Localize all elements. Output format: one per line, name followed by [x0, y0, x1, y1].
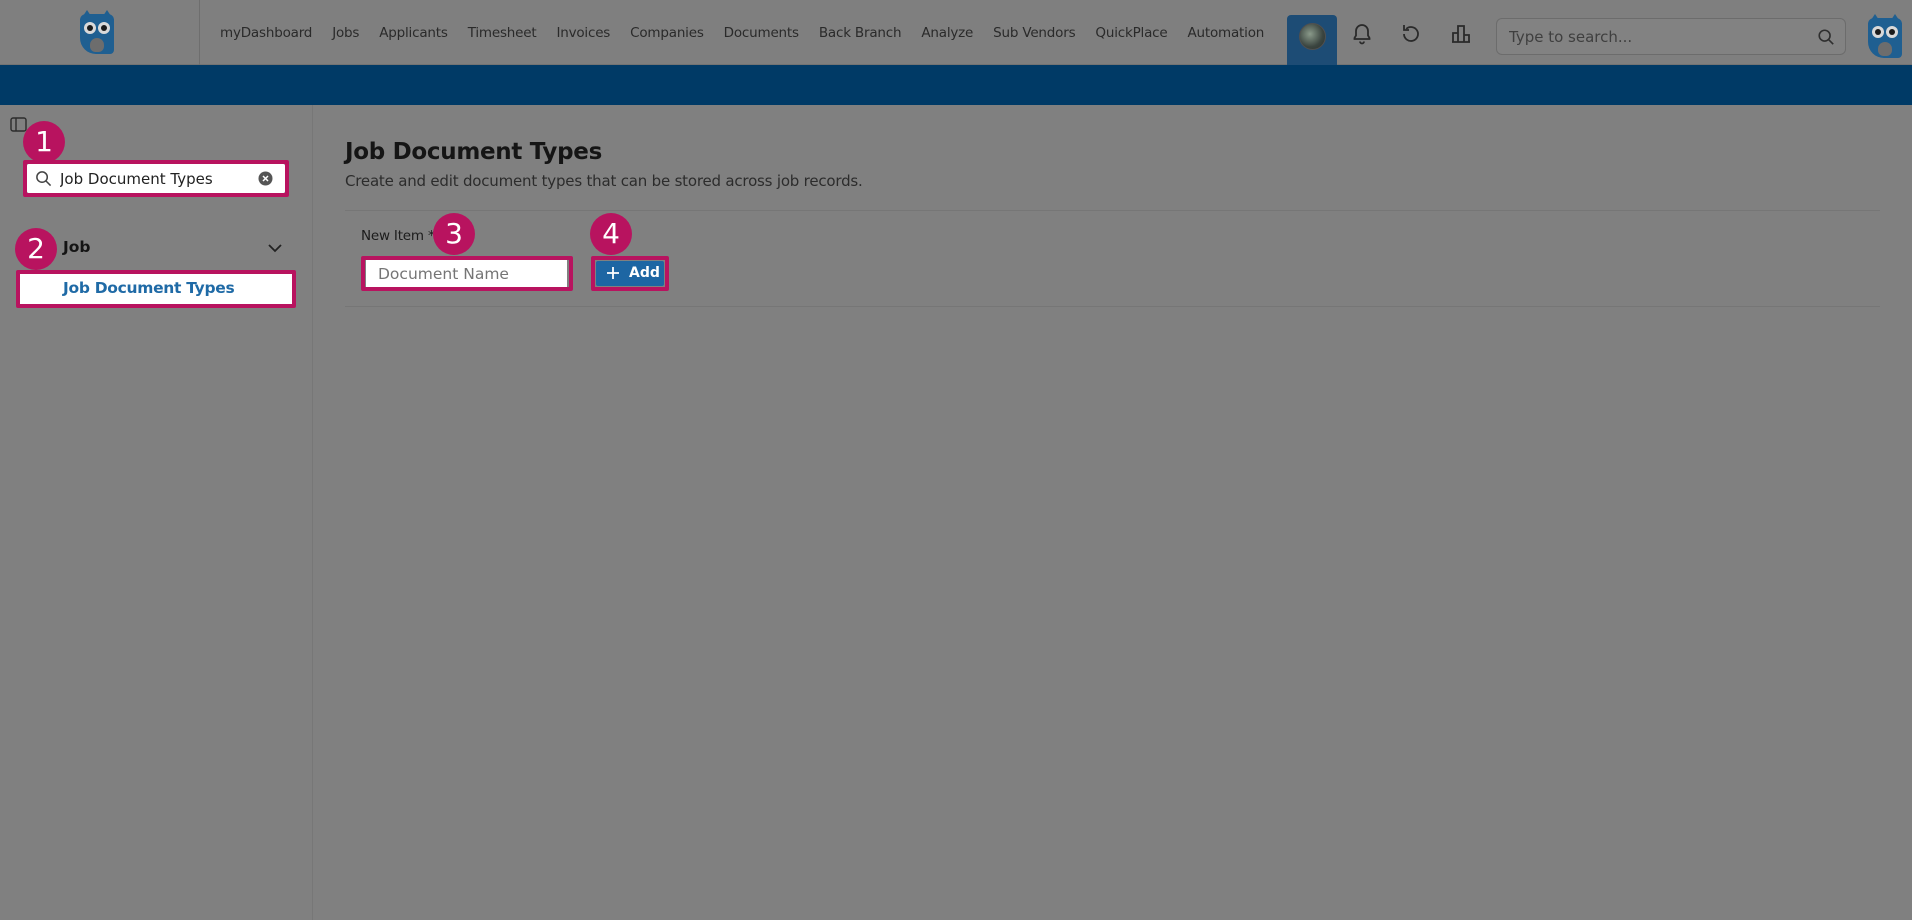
- bell-icon[interactable]: [1350, 22, 1374, 46]
- nav-mydashboard[interactable]: myDashboard: [220, 25, 312, 41]
- global-search: [1496, 18, 1846, 55]
- page-title: Job Document Types: [345, 139, 602, 165]
- nav-analyze[interactable]: Analyze: [921, 25, 973, 41]
- main-nav: myDashboard Jobs Applicants Timesheet In…: [220, 0, 1284, 65]
- highlight-box-2: [16, 270, 296, 308]
- nav-automation[interactable]: Automation: [1187, 25, 1264, 41]
- owl-corner-icon[interactable]: [1868, 14, 1902, 58]
- highlight-box-4: [591, 256, 669, 291]
- divider: [345, 306, 1880, 307]
- nav-quickplace[interactable]: QuickPlace: [1095, 25, 1167, 41]
- nav-jobs[interactable]: Jobs: [332, 25, 359, 41]
- callout-badge-2: 2: [15, 228, 57, 270]
- nav-invoices[interactable]: Invoices: [556, 25, 610, 41]
- callout-badge-3: 3: [433, 213, 475, 255]
- nav-sub-vendors[interactable]: Sub Vendors: [993, 25, 1075, 41]
- logo-area: [0, 0, 200, 65]
- new-item-label: New Item *: [361, 228, 435, 244]
- search-icon[interactable]: [1817, 28, 1835, 46]
- owl-logo-icon[interactable]: [80, 10, 114, 54]
- global-search-input[interactable]: [1509, 19, 1809, 54]
- nav-timesheet[interactable]: Timesheet: [468, 25, 537, 41]
- callout-badge-4: 4: [590, 213, 632, 255]
- nav-companies[interactable]: Companies: [630, 25, 704, 41]
- sidebar-group-job[interactable]: Job: [63, 238, 91, 256]
- user-avatar-tab[interactable]: [1287, 15, 1337, 65]
- history-icon[interactable]: [1399, 22, 1423, 46]
- divider: [345, 210, 1880, 211]
- nav-back-branch[interactable]: Back Branch: [819, 25, 902, 41]
- highlight-box-1: [23, 160, 289, 197]
- nav-documents[interactable]: Documents: [724, 25, 799, 41]
- nav-applicants[interactable]: Applicants: [379, 25, 448, 41]
- sidebar-collapse-icon[interactable]: [10, 117, 27, 132]
- avatar: [1299, 23, 1326, 50]
- top-header: myDashboard Jobs Applicants Timesheet In…: [0, 0, 1912, 65]
- header-band: [0, 65, 1912, 105]
- settings-sidebar: [0, 105, 313, 920]
- highlight-box-3: [361, 256, 573, 291]
- chevron-down-icon[interactable]: [268, 243, 282, 253]
- chart-icon[interactable]: [1449, 22, 1473, 46]
- page-subtitle: Create and edit document types that can …: [345, 172, 863, 190]
- callout-badge-1: 1: [23, 121, 65, 163]
